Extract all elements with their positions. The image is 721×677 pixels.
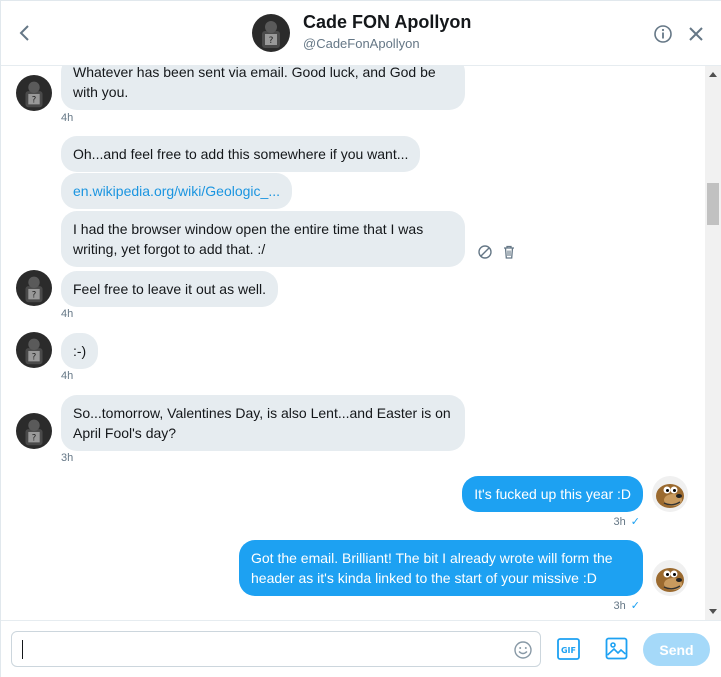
image-icon <box>605 637 628 660</box>
info-button[interactable] <box>653 24 673 44</box>
message-link[interactable]: en.wikipedia.org/wiki/Geologic_... <box>73 183 280 199</box>
message-timestamp: 4h <box>61 370 74 382</box>
send-button[interactable]: Send <box>643 633 710 666</box>
message-input[interactable] <box>11 631 541 667</box>
message-timestamp: 3h <box>613 599 626 612</box>
scrollbar-thumb[interactable] <box>707 183 719 225</box>
scroll-up-button[interactable] <box>705 66 721 82</box>
sender-avatar[interactable]: ? <box>16 75 52 111</box>
svg-text:?: ? <box>269 36 274 46</box>
chevron-left-icon <box>19 25 29 41</box>
text-caret <box>22 640 23 659</box>
close-button[interactable] <box>687 25 705 43</box>
svg-text:?: ? <box>32 352 37 362</box>
message-timestamp: 4h <box>61 308 74 320</box>
gif-icon: GIF <box>557 638 580 660</box>
conversation-handle[interactable]: @CadeFonApollyon <box>303 36 420 51</box>
sender-avatar[interactable]: ? <box>16 270 52 306</box>
back-button[interactable] <box>13 21 35 45</box>
my-avatar[interactable] <box>652 560 688 596</box>
close-icon <box>689 27 703 41</box>
add-photo-button[interactable] <box>605 637 628 660</box>
message-bubble-incoming[interactable]: Oh...and feel free to add this somewhere… <box>61 136 421 172</box>
message-bubble-outgoing[interactable]: It's fucked up this year :D <box>462 476 643 512</box>
dm-conversation-window: ? Cade FON Apollyon @CadeFonApollyon ? W… <box>0 0 721 677</box>
sender-avatar[interactable]: ? <box>16 332 52 368</box>
conversation-title[interactable]: Cade FON Apollyon <box>303 12 471 33</box>
svg-text:?: ? <box>32 290 37 300</box>
gif-button[interactable]: GIF <box>557 638 580 660</box>
my-avatar[interactable] <box>652 476 688 512</box>
svg-text:?: ? <box>32 95 37 105</box>
message-bubble-incoming[interactable]: Feel free to leave it out as well. <box>61 271 278 307</box>
message-bubble-incoming[interactable]: I had the browser window open the entire… <box>61 211 465 267</box>
message-composer: GIF Send <box>1 620 721 677</box>
message-bubble-incoming[interactable]: So...tomorrow, Valentines Day, is also L… <box>61 395 465 451</box>
svg-text:?: ? <box>32 433 37 443</box>
triangle-down-icon <box>709 609 717 614</box>
emoji-icon <box>514 641 532 659</box>
svg-text:GIF: GIF <box>561 646 576 655</box>
contact-avatar[interactable]: ? <box>252 14 290 52</box>
message-bubble-incoming[interactable]: Whatever has been sent via email. Good l… <box>61 66 465 110</box>
message-status: 3h ✓ <box>613 515 640 529</box>
trash-icon[interactable] <box>501 244 517 260</box>
message-list[interactable]: ? Whatever has been sent via email. Good… <box>1 66 706 620</box>
block-icon[interactable] <box>477 244 493 260</box>
message-bubble-incoming[interactable]: :-) <box>61 333 99 369</box>
triangle-up-icon <box>709 72 717 77</box>
sent-check-icon: ✓ <box>630 516 640 528</box>
emoji-button[interactable] <box>513 640 533 660</box>
message-timestamp: 4h <box>61 112 74 124</box>
message-timestamp: 3h <box>61 452 74 464</box>
message-bubble-outgoing[interactable]: Got the email. Brilliant! The bit I alre… <box>239 540 643 596</box>
sender-avatar[interactable]: ? <box>16 413 52 449</box>
message-link-bubble[interactable]: en.wikipedia.org/wiki/Geologic_... <box>61 173 292 209</box>
sent-check-icon: ✓ <box>630 600 640 612</box>
message-timestamp: 3h <box>613 515 626 528</box>
conversation-scrollbar[interactable] <box>705 66 721 620</box>
message-status: 3h ✓ <box>613 599 640 613</box>
conversation-header: ? Cade FON Apollyon @CadeFonApollyon <box>1 1 721 66</box>
info-icon <box>654 25 672 43</box>
scroll-down-button[interactable] <box>705 604 721 620</box>
